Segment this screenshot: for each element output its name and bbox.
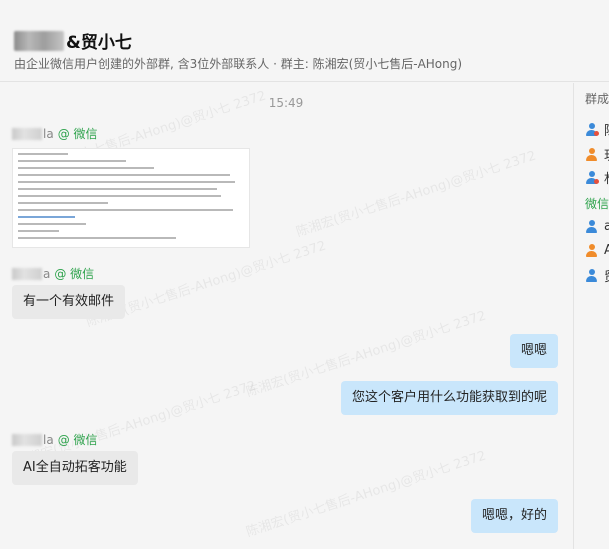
member-item[interactable]: 林 bbox=[585, 168, 609, 187]
member-item[interactable]: A bbox=[585, 243, 609, 258]
message-bubble-incoming[interactable]: 有一个有效邮件 bbox=[12, 285, 126, 319]
watermark: 陈湘宏(贸小七售后-AHong)@贸小七 2372 bbox=[294, 148, 538, 241]
members-title: 群成 bbox=[585, 92, 609, 106]
person-icon bbox=[585, 269, 598, 282]
member-item[interactable]: a bbox=[585, 219, 609, 234]
sender-name-redacted bbox=[12, 433, 42, 446]
email-screenshot-image[interactable] bbox=[12, 148, 250, 248]
group-title[interactable]: &贸小七 bbox=[14, 28, 132, 53]
person-icon bbox=[585, 244, 598, 257]
message-bubble-outgoing[interactable]: 嗯嗯，好的 bbox=[470, 499, 558, 533]
member-item[interactable]: 陈 bbox=[585, 120, 609, 139]
person-icon bbox=[585, 148, 598, 161]
group-subtitle: 由企业微信用户创建的外部群, 含3位外部联系人 · 群主: 陈湘宏(贸小七售后-… bbox=[14, 57, 463, 71]
message-sender[interactable]: la @ 微信 bbox=[12, 125, 98, 142]
chat-header: &贸小七 由企业微信用户创建的外部群, 含3位外部联系人 · 群主: 陈湘宏(贸… bbox=[0, 0, 609, 82]
member-sidebar: 群成 陈 玥 林 微信 a A 贸 bbox=[573, 83, 609, 549]
watermark: 陈湘宏(贸小七售后-AHong)@贸小七 2372 bbox=[244, 448, 488, 541]
title-redacted bbox=[14, 30, 64, 51]
message-sender[interactable]: la @ 微信 bbox=[12, 431, 98, 448]
message-sender[interactable]: a @ 微信 bbox=[12, 265, 94, 282]
message-bubble-outgoing[interactable]: 嗯嗯 bbox=[509, 334, 558, 368]
wechat-tag: @ 微信 bbox=[57, 433, 98, 447]
sender-name-redacted bbox=[12, 267, 42, 280]
sender-name-redacted bbox=[12, 127, 42, 140]
message-timestamp: 15:49 bbox=[268, 96, 304, 110]
wechat-section-title: 微信 bbox=[585, 197, 609, 211]
person-icon bbox=[585, 220, 598, 233]
message-bubble-incoming[interactable]: AI全自动拓客功能 bbox=[12, 451, 138, 485]
message-list[interactable]: 陈湘宏(贸小七售后-AHong)@贸小七 2372 陈湘宏(贸小七售后-AHon… bbox=[0, 83, 572, 549]
wechat-tag: @ 微信 bbox=[57, 127, 98, 141]
group-title-text: &贸小七 bbox=[66, 33, 132, 53]
person-icon bbox=[585, 123, 599, 136]
member-item[interactable]: 玥 bbox=[585, 145, 609, 164]
person-icon bbox=[585, 171, 599, 184]
message-bubble-outgoing[interactable]: 您这个客户用什么功能获取到的呢 bbox=[340, 381, 558, 415]
member-item[interactable]: 贸 bbox=[585, 266, 609, 285]
wechat-tag: @ 微信 bbox=[54, 267, 95, 281]
